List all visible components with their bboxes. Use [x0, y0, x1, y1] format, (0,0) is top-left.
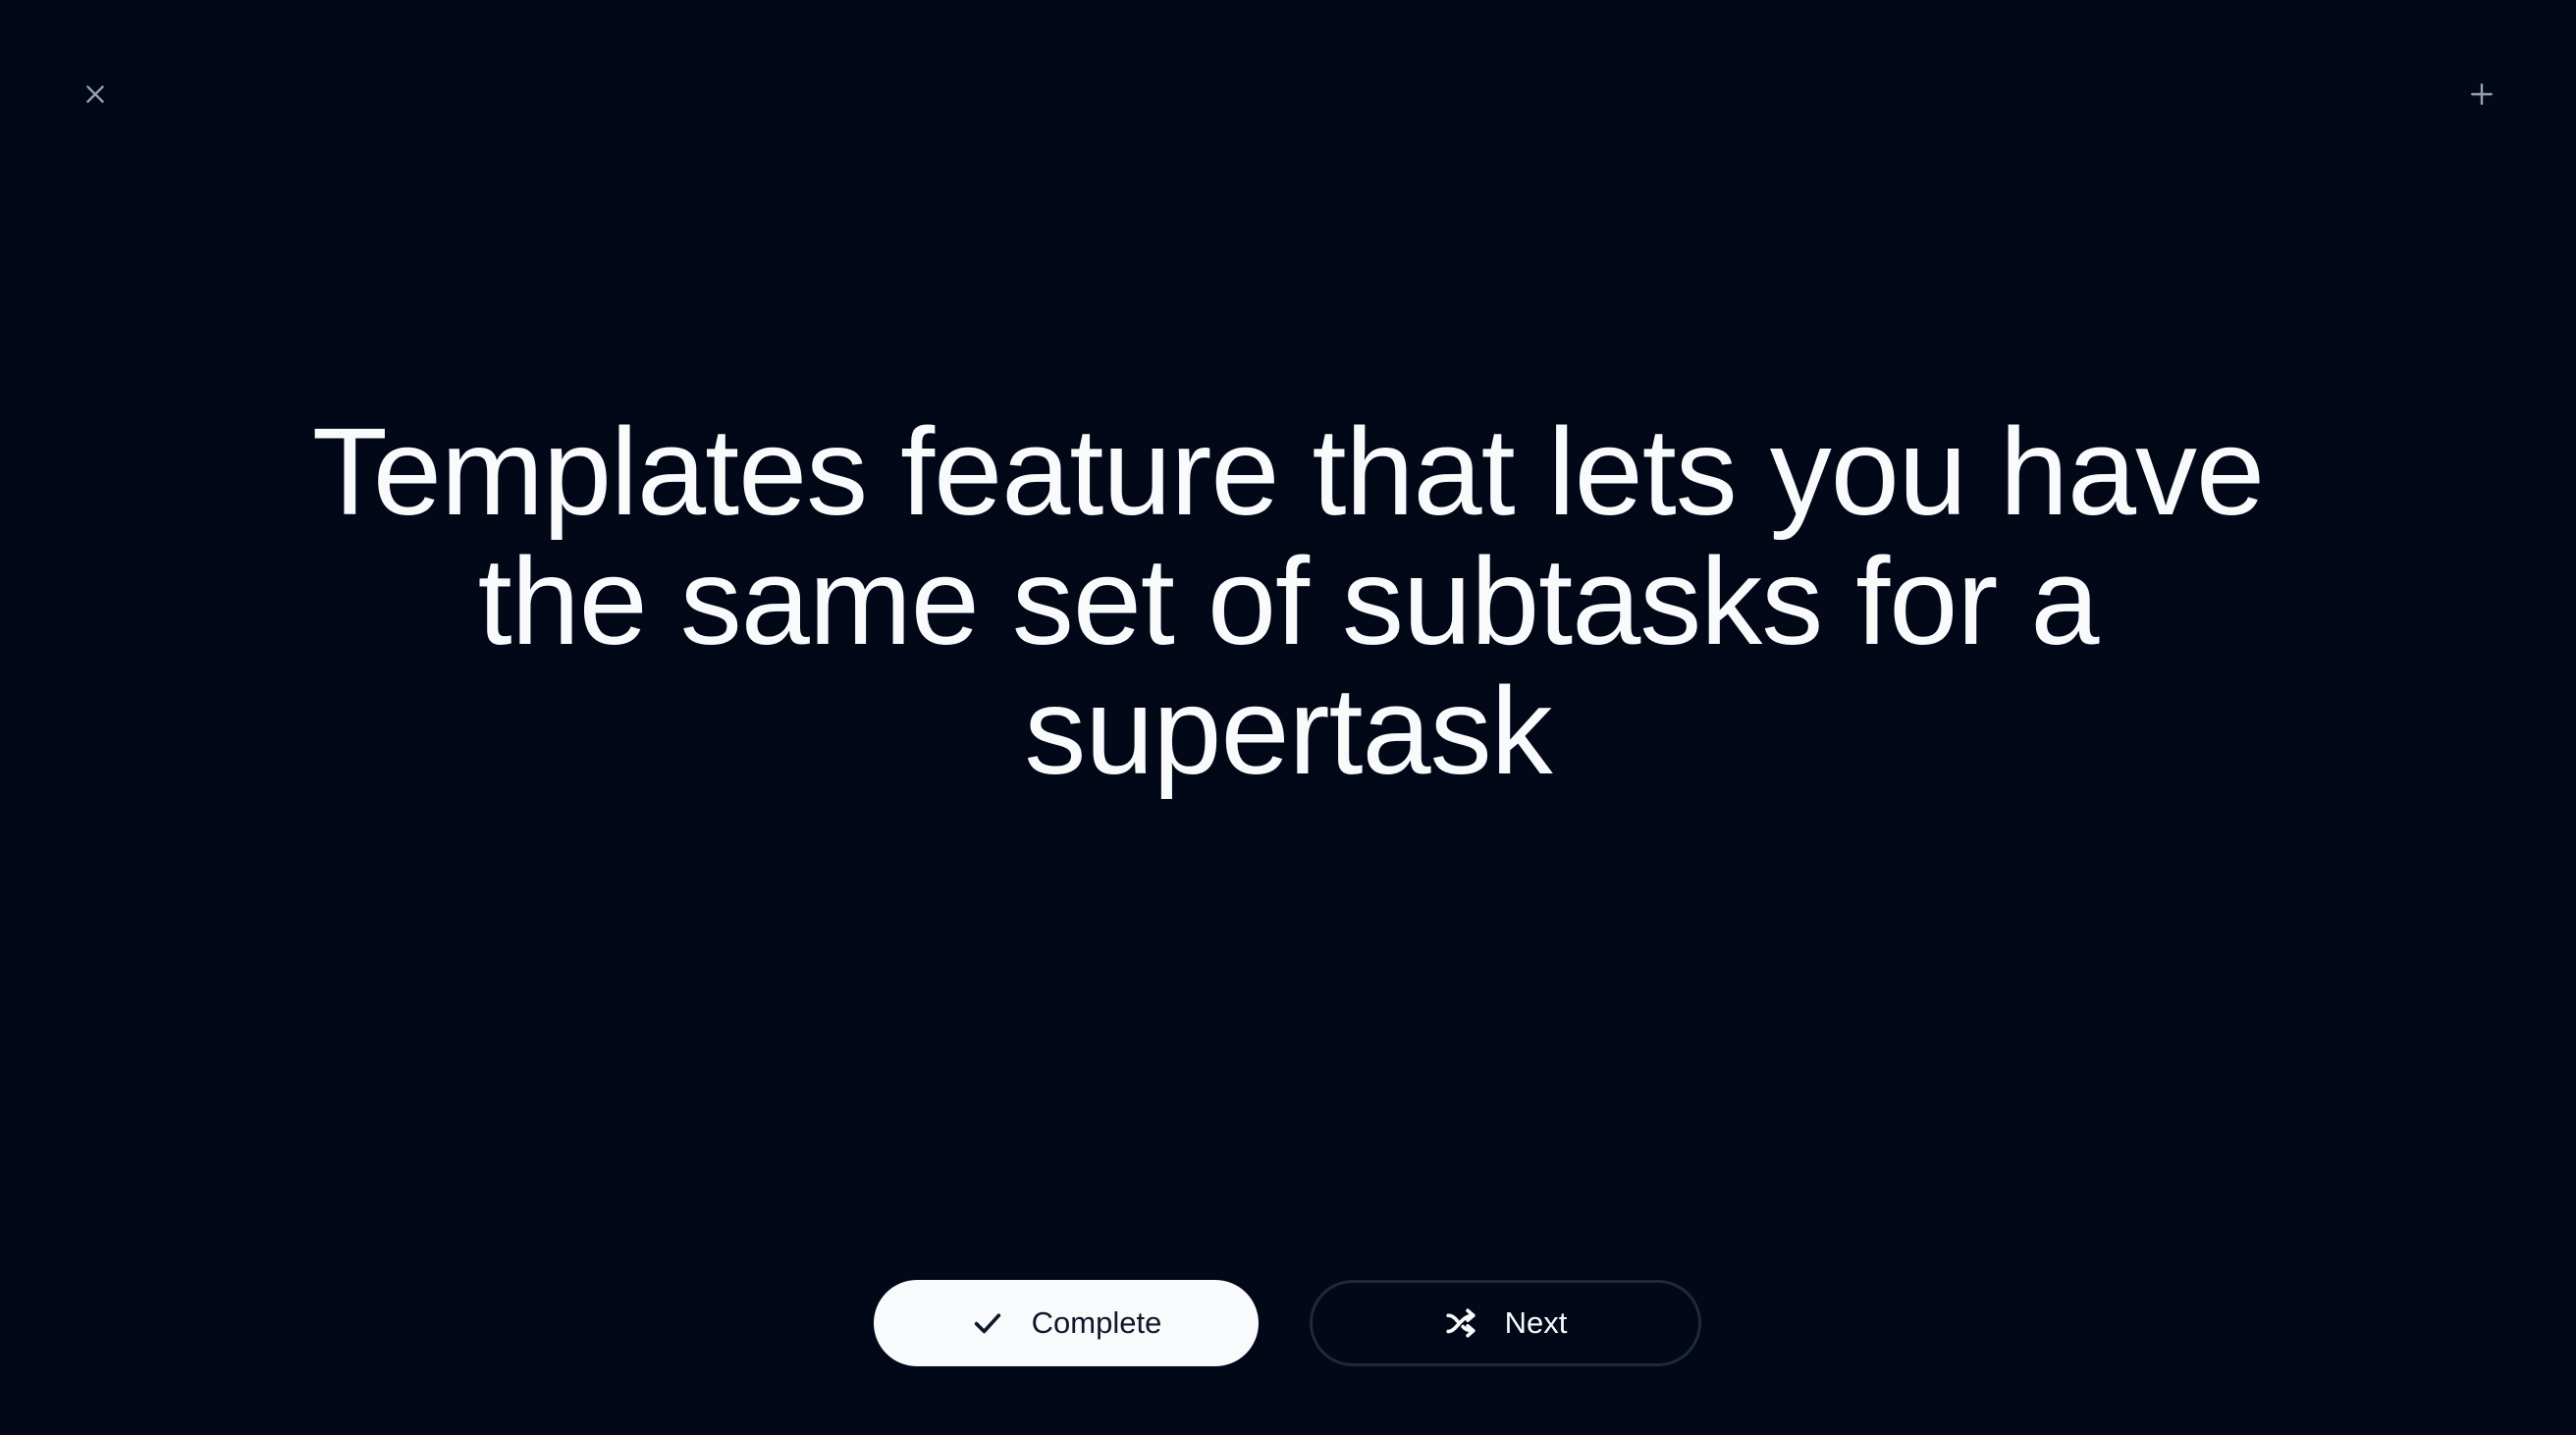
next-label: Next — [1504, 1305, 1568, 1340]
add-button[interactable] — [2462, 75, 2501, 114]
action-bar: Complete Next — [0, 1280, 2576, 1366]
next-button[interactable]: Next — [1310, 1280, 1701, 1366]
close-button[interactable] — [76, 75, 115, 114]
task-display: Templates feature that lets you have the… — [255, 407, 2321, 796]
complete-label: Complete — [1031, 1305, 1162, 1340]
shuffle-icon — [1446, 1308, 1476, 1338]
complete-button[interactable]: Complete — [874, 1280, 1259, 1366]
plus-icon — [2471, 83, 2493, 105]
check-icon — [974, 1313, 1000, 1334]
close-icon — [86, 85, 104, 103]
task-title: Templates feature that lets you have the… — [311, 402, 2265, 800]
